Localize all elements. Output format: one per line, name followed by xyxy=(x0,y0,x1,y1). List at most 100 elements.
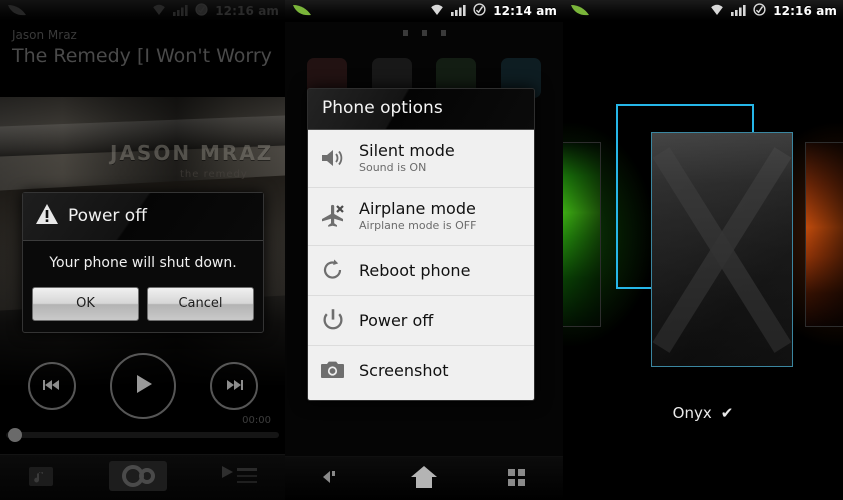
back-icon xyxy=(321,468,341,490)
library-icon[interactable] xyxy=(25,462,57,494)
recents-button[interactable] xyxy=(470,466,563,492)
option-silent-mode[interactable]: Silent mode Sound is ON xyxy=(308,130,534,188)
option-label: Screenshot xyxy=(359,360,449,380)
cancel-button[interactable]: Cancel xyxy=(147,287,254,321)
theme-name: Onyx xyxy=(672,404,712,422)
play-button[interactable] xyxy=(109,353,176,419)
player-controls xyxy=(0,346,285,426)
phone-options-popup: Phone options Silent mode Sound is ON Ai… xyxy=(307,88,535,401)
option-label: Silent mode xyxy=(359,141,455,160)
seek-handle[interactable] xyxy=(8,428,22,442)
sync-icon xyxy=(473,1,486,20)
shuffle-icon[interactable] xyxy=(107,458,169,498)
wifi-icon xyxy=(710,1,724,20)
check-icon: ✔ xyxy=(720,404,734,422)
signal-icon xyxy=(731,1,746,20)
theme-thumb-onyx[interactable] xyxy=(651,132,793,367)
home-icon xyxy=(410,464,438,494)
ok-button[interactable]: OK xyxy=(32,287,139,321)
status-bar-left xyxy=(6,3,152,19)
previous-icon xyxy=(42,377,62,396)
status-bar-theme: 12:16 am xyxy=(563,0,843,22)
status-bar-clock: 12:14 am xyxy=(493,3,557,18)
onyx-x-stripe xyxy=(652,146,792,353)
option-label: Airplane mode xyxy=(359,199,476,218)
status-bar-options: 12:14 am xyxy=(285,0,563,22)
home-button[interactable] xyxy=(378,464,471,494)
option-sublabel: Airplane mode is OFF xyxy=(359,219,477,232)
theme-carousel[interactable]: Onyx ✔ xyxy=(563,22,843,500)
camera-icon xyxy=(320,357,346,383)
status-bar-left xyxy=(291,3,430,19)
next-icon xyxy=(224,377,244,396)
phone-options-list: Silent mode Sound is ON Airplane mode Ai… xyxy=(308,130,534,400)
leaf-icon xyxy=(291,3,317,19)
play-icon xyxy=(130,371,156,401)
status-bar-clock: 12:16 am xyxy=(773,3,837,18)
status-bar-right: 12:16 am xyxy=(710,1,837,20)
reboot-icon xyxy=(320,257,346,283)
page-dot xyxy=(421,30,427,36)
status-bar-right: 12:14 am xyxy=(430,1,557,20)
track-title: The Remedy [I Won't Worry xyxy=(12,45,272,67)
dialog-title-bar: Power off xyxy=(23,193,263,241)
dialog-buttons: OK Cancel xyxy=(23,287,263,332)
seek-bar[interactable] xyxy=(6,428,279,442)
sync-icon xyxy=(195,1,208,20)
album-art-title: JASON MRAZ xyxy=(110,141,274,165)
status-bar-music: 12:16 am xyxy=(0,0,285,22)
artist-name: Jason Mraz xyxy=(12,28,77,42)
back-button[interactable] xyxy=(285,468,378,490)
option-reboot-phone[interactable]: Reboot phone xyxy=(308,246,534,296)
playlist-icon[interactable] xyxy=(220,463,260,493)
page-indicator xyxy=(285,30,563,36)
screenshot-root: 12:16 am Jason Mraz The Remedy [I Won't … xyxy=(0,0,843,500)
dialog-message: Your phone will shut down. xyxy=(49,255,237,271)
album-art-subtitle: the remedy xyxy=(180,169,248,180)
theme-thumb-orange[interactable] xyxy=(805,142,843,327)
warning-icon xyxy=(35,203,59,229)
previous-button[interactable] xyxy=(27,362,76,410)
selected-theme-label: Onyx ✔ xyxy=(563,404,843,422)
leaf-icon xyxy=(6,3,32,19)
wifi-icon xyxy=(152,1,166,20)
option-sublabel: Sound is ON xyxy=(359,161,427,174)
airplane-icon xyxy=(320,203,346,229)
speaker-icon xyxy=(320,145,346,171)
elapsed-time: 00:00 xyxy=(242,415,271,426)
power-off-dialog: Power off Your phone will shut down. OK … xyxy=(22,192,264,333)
page-dot xyxy=(402,30,408,36)
leaf-icon xyxy=(569,3,595,19)
dialog-title: Power off xyxy=(68,206,147,226)
popup-title: Phone options xyxy=(308,89,534,130)
option-text: Reboot phone xyxy=(359,261,470,280)
status-bar-left xyxy=(569,3,710,19)
option-label: Power off xyxy=(359,310,434,330)
panel-phone-options: 12:14 am Phone options Silent mode Sound… xyxy=(285,0,563,500)
onyx-x-stripe xyxy=(652,146,792,353)
theme-thumb-green[interactable] xyxy=(563,142,601,327)
option-power-off[interactable]: Power off xyxy=(308,296,534,346)
panel-music-player: 12:16 am Jason Mraz The Remedy [I Won't … xyxy=(0,0,285,500)
option-text: Silent mode Sound is ON xyxy=(359,141,455,175)
recents-icon xyxy=(506,466,528,492)
sync-icon xyxy=(753,1,766,20)
option-label: Reboot phone xyxy=(359,260,471,280)
option-text: Airplane mode Airplane mode is OFF xyxy=(359,199,476,233)
page-dot xyxy=(440,30,446,36)
option-airplane-mode[interactable]: Airplane mode Airplane mode is OFF xyxy=(308,188,534,246)
now-playing-meta: Jason Mraz The Remedy [I Won't Worry xyxy=(12,28,273,69)
option-text: Screenshot xyxy=(359,361,449,380)
status-bar-clock: 12:16 am xyxy=(215,3,279,18)
option-screenshot[interactable]: Screenshot xyxy=(308,346,534,400)
status-bar-right: 12:16 am xyxy=(152,1,279,20)
option-text: Power off xyxy=(359,311,433,330)
android-nav-bar xyxy=(285,456,563,500)
next-button[interactable] xyxy=(209,362,258,410)
signal-icon xyxy=(173,1,188,20)
music-bottom-bar xyxy=(0,454,285,500)
signal-icon xyxy=(451,1,466,20)
power-icon xyxy=(320,307,346,333)
wifi-icon xyxy=(430,1,444,20)
panel-theme-picker: 12:16 am Onyx ✔ xyxy=(563,0,843,500)
